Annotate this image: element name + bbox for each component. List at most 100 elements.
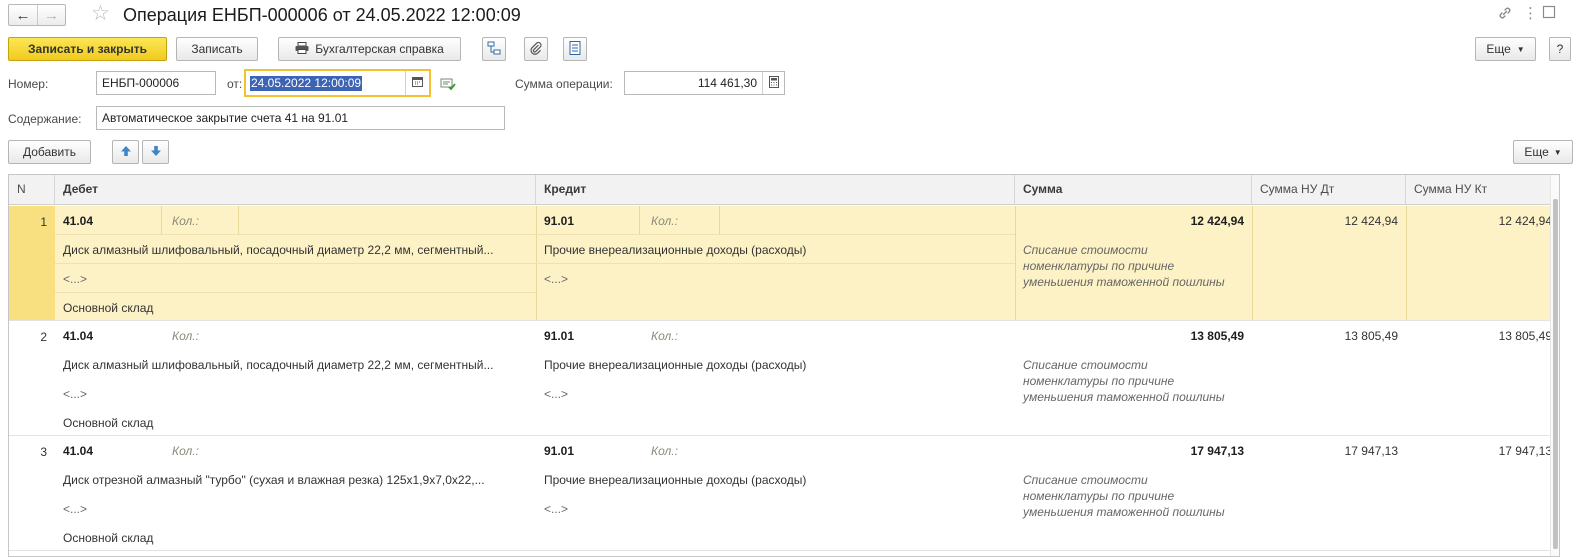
arrow-down-icon	[150, 145, 162, 160]
row-comment-line-2[interactable]: номенклатуры по причине	[1023, 488, 1174, 504]
debit-account[interactable]: 41.04	[63, 213, 93, 229]
row-sum[interactable]: 13 805,49	[1023, 328, 1244, 344]
row-comment-line-1[interactable]: Списание стоимости	[1023, 357, 1148, 373]
number-label: Номер:	[8, 77, 49, 91]
table-more-label: Еще	[1524, 145, 1549, 159]
dropdown-arrow-icon: ▼	[1553, 147, 1562, 157]
column-n[interactable]: N	[9, 175, 55, 205]
credit-item[interactable]: Прочие внереализационные доходы (расходы…	[544, 472, 806, 488]
operation-sum-label: Сумма операции:	[515, 77, 613, 91]
debit-item[interactable]: Диск отрезной алмазный "турбо" (сухая и …	[63, 472, 485, 488]
credit-subconto-2[interactable]: <...>	[544, 386, 568, 402]
debit-item[interactable]: Диск алмазный шлифовальный, посадочный д…	[63, 357, 493, 373]
operation-sum-field[interactable]: 114 461,30	[624, 71, 785, 95]
row-number: 3	[40, 445, 47, 459]
table-more-button[interactable]: Еще ▼	[1513, 140, 1573, 164]
row-comment-line-1[interactable]: Списание стоимости	[1023, 472, 1148, 488]
column-credit[interactable]: Кредит	[536, 175, 1015, 205]
arrow-up-icon	[120, 145, 132, 160]
credit-item[interactable]: Прочие внереализационные доходы (расходы…	[544, 357, 806, 373]
debit-qty-label: Кол.:	[172, 329, 199, 343]
credit-subconto-2[interactable]: <...>	[544, 501, 568, 517]
back-button[interactable]: ←	[9, 5, 37, 25]
accounting-report-button[interactable]: Бухгалтерская справка	[278, 37, 461, 61]
row-comment-line-2[interactable]: номенклатуры по причине	[1023, 373, 1174, 389]
row-comment-line-3[interactable]: уменьшения таможенной пошлины	[1023, 504, 1225, 520]
credit-account[interactable]: 91.01	[544, 328, 574, 344]
more-button[interactable]: Еще ▼	[1475, 37, 1536, 61]
row-sum-nu-kt[interactable]: 12 424,94	[1414, 213, 1552, 229]
hierarchy-icon	[487, 41, 501, 58]
debit-subconto-2[interactable]: <...>	[63, 501, 87, 517]
more-button-label: Еще	[1486, 42, 1511, 56]
debit-item[interactable]: Диск алмазный шлифовальный, посадочный д…	[63, 242, 493, 258]
credit-account[interactable]: 91.01	[544, 443, 574, 459]
document-list-button[interactable]	[563, 37, 587, 61]
add-row-button[interactable]: Добавить	[8, 140, 91, 164]
row-sum[interactable]: 12 424,94	[1023, 213, 1244, 229]
scrollbar-thumb[interactable]	[1553, 199, 1558, 549]
attach-files-button[interactable]	[524, 37, 548, 61]
arrow-right-icon: →	[44, 6, 59, 24]
row-sum-nu-dt[interactable]: 17 947,13	[1260, 443, 1398, 459]
row-comment-line-1[interactable]: Списание стоимости	[1023, 242, 1148, 258]
date-field[interactable]: 24.05.2022 12:00:09	[244, 69, 431, 97]
help-button[interactable]: ?	[1549, 37, 1571, 61]
paperclip-icon	[529, 41, 543, 58]
calendar-button[interactable]	[405, 71, 429, 95]
move-up-button[interactable]	[112, 140, 139, 164]
date-value: 24.05.2022 12:00:09	[250, 75, 363, 91]
more-vertical-icon[interactable]: ⋮	[1523, 5, 1538, 23]
credit-account[interactable]: 91.01	[544, 213, 574, 229]
debit-subconto-2[interactable]: <...>	[63, 386, 87, 402]
column-sum[interactable]: Сумма	[1015, 175, 1252, 205]
maximize-icon[interactable]	[1542, 5, 1558, 21]
favorite-star-icon[interactable]: ☆	[91, 2, 110, 26]
page-title: Операция ЕНБП-000006 от 24.05.2022 12:00…	[123, 5, 521, 25]
save-and-close-button[interactable]: Записать и закрыть	[8, 37, 167, 61]
dropdown-arrow-icon: ▼	[1516, 44, 1525, 54]
credit-item[interactable]: Прочие внереализационные доходы (расходы…	[544, 242, 806, 258]
row-sum-nu-kt[interactable]: 17 947,13	[1414, 443, 1552, 459]
column-sum-nu-dt[interactable]: Сумма НУ Дт	[1252, 175, 1406, 205]
debit-warehouse[interactable]: Основной склад	[63, 530, 153, 546]
edit-status-icon[interactable]	[440, 77, 456, 94]
operation-sum-value: 114 461,30	[697, 76, 757, 90]
column-sum-nu-kt[interactable]: Сумма НУ Кт	[1406, 175, 1552, 205]
content-label: Содержание:	[8, 112, 82, 126]
table-row[interactable]: 1 41.04 Кол.: Диск алмазный шлифовальный…	[9, 206, 1559, 321]
row-comment-line-3[interactable]: уменьшения таможенной пошлины	[1023, 274, 1225, 290]
calculator-button[interactable]	[762, 72, 784, 94]
forward-button[interactable]: →	[37, 5, 65, 25]
column-debit[interactable]: Дебет	[55, 175, 536, 205]
debit-warehouse[interactable]: Основной склад	[63, 415, 153, 431]
row-sum-nu-kt[interactable]: 13 805,49	[1414, 328, 1552, 344]
move-down-button[interactable]	[142, 140, 169, 164]
debit-subconto-2[interactable]: <...>	[63, 271, 87, 287]
row-number: 2	[40, 330, 47, 344]
save-button[interactable]: Записать	[176, 37, 258, 61]
row-comment-line-2[interactable]: номенклатуры по причине	[1023, 258, 1174, 274]
debit-account[interactable]: 41.04	[63, 328, 93, 344]
credit-subconto-2[interactable]: <...>	[544, 271, 568, 287]
structure-button[interactable]	[482, 37, 506, 61]
calendar-icon	[412, 76, 423, 90]
table-row[interactable]: 3 41.04 Кол.: Диск отрезной алмазный "ту…	[9, 436, 1559, 551]
row-sum[interactable]: 17 947,13	[1023, 443, 1244, 459]
row-sum-nu-dt[interactable]: 12 424,94	[1260, 213, 1398, 229]
row-sum-nu-dt[interactable]: 13 805,49	[1260, 328, 1398, 344]
accounting-report-label: Бухгалтерская справка	[315, 42, 444, 56]
table-scrollbar[interactable]	[1550, 175, 1559, 556]
table-row[interactable]: 2 41.04 Кол.: Диск алмазный шлифовальный…	[9, 321, 1559, 436]
entries-table: N Дебет Кредит Сумма Сумма НУ Дт Сумма Н…	[8, 174, 1560, 557]
table-header: N Дебет Кредит Сумма Сумма НУ Дт Сумма Н…	[9, 175, 1559, 205]
content-field[interactable]: Автоматическое закрытие счета 41 на 91.0…	[96, 106, 505, 130]
debit-warehouse[interactable]: Основной склад	[63, 300, 153, 316]
row-comment-line-3[interactable]: уменьшения таможенной пошлины	[1023, 389, 1225, 405]
debit-account[interactable]: 41.04	[63, 443, 93, 459]
title-bar: ← → ☆ Операция ЕНБП-000006 от 24.05.2022…	[0, 0, 1578, 32]
link-icon[interactable]	[1497, 5, 1513, 26]
arrow-left-icon: ←	[15, 6, 31, 24]
number-field[interactable]: ЕНБП-000006	[96, 71, 216, 95]
printer-icon	[295, 41, 309, 57]
